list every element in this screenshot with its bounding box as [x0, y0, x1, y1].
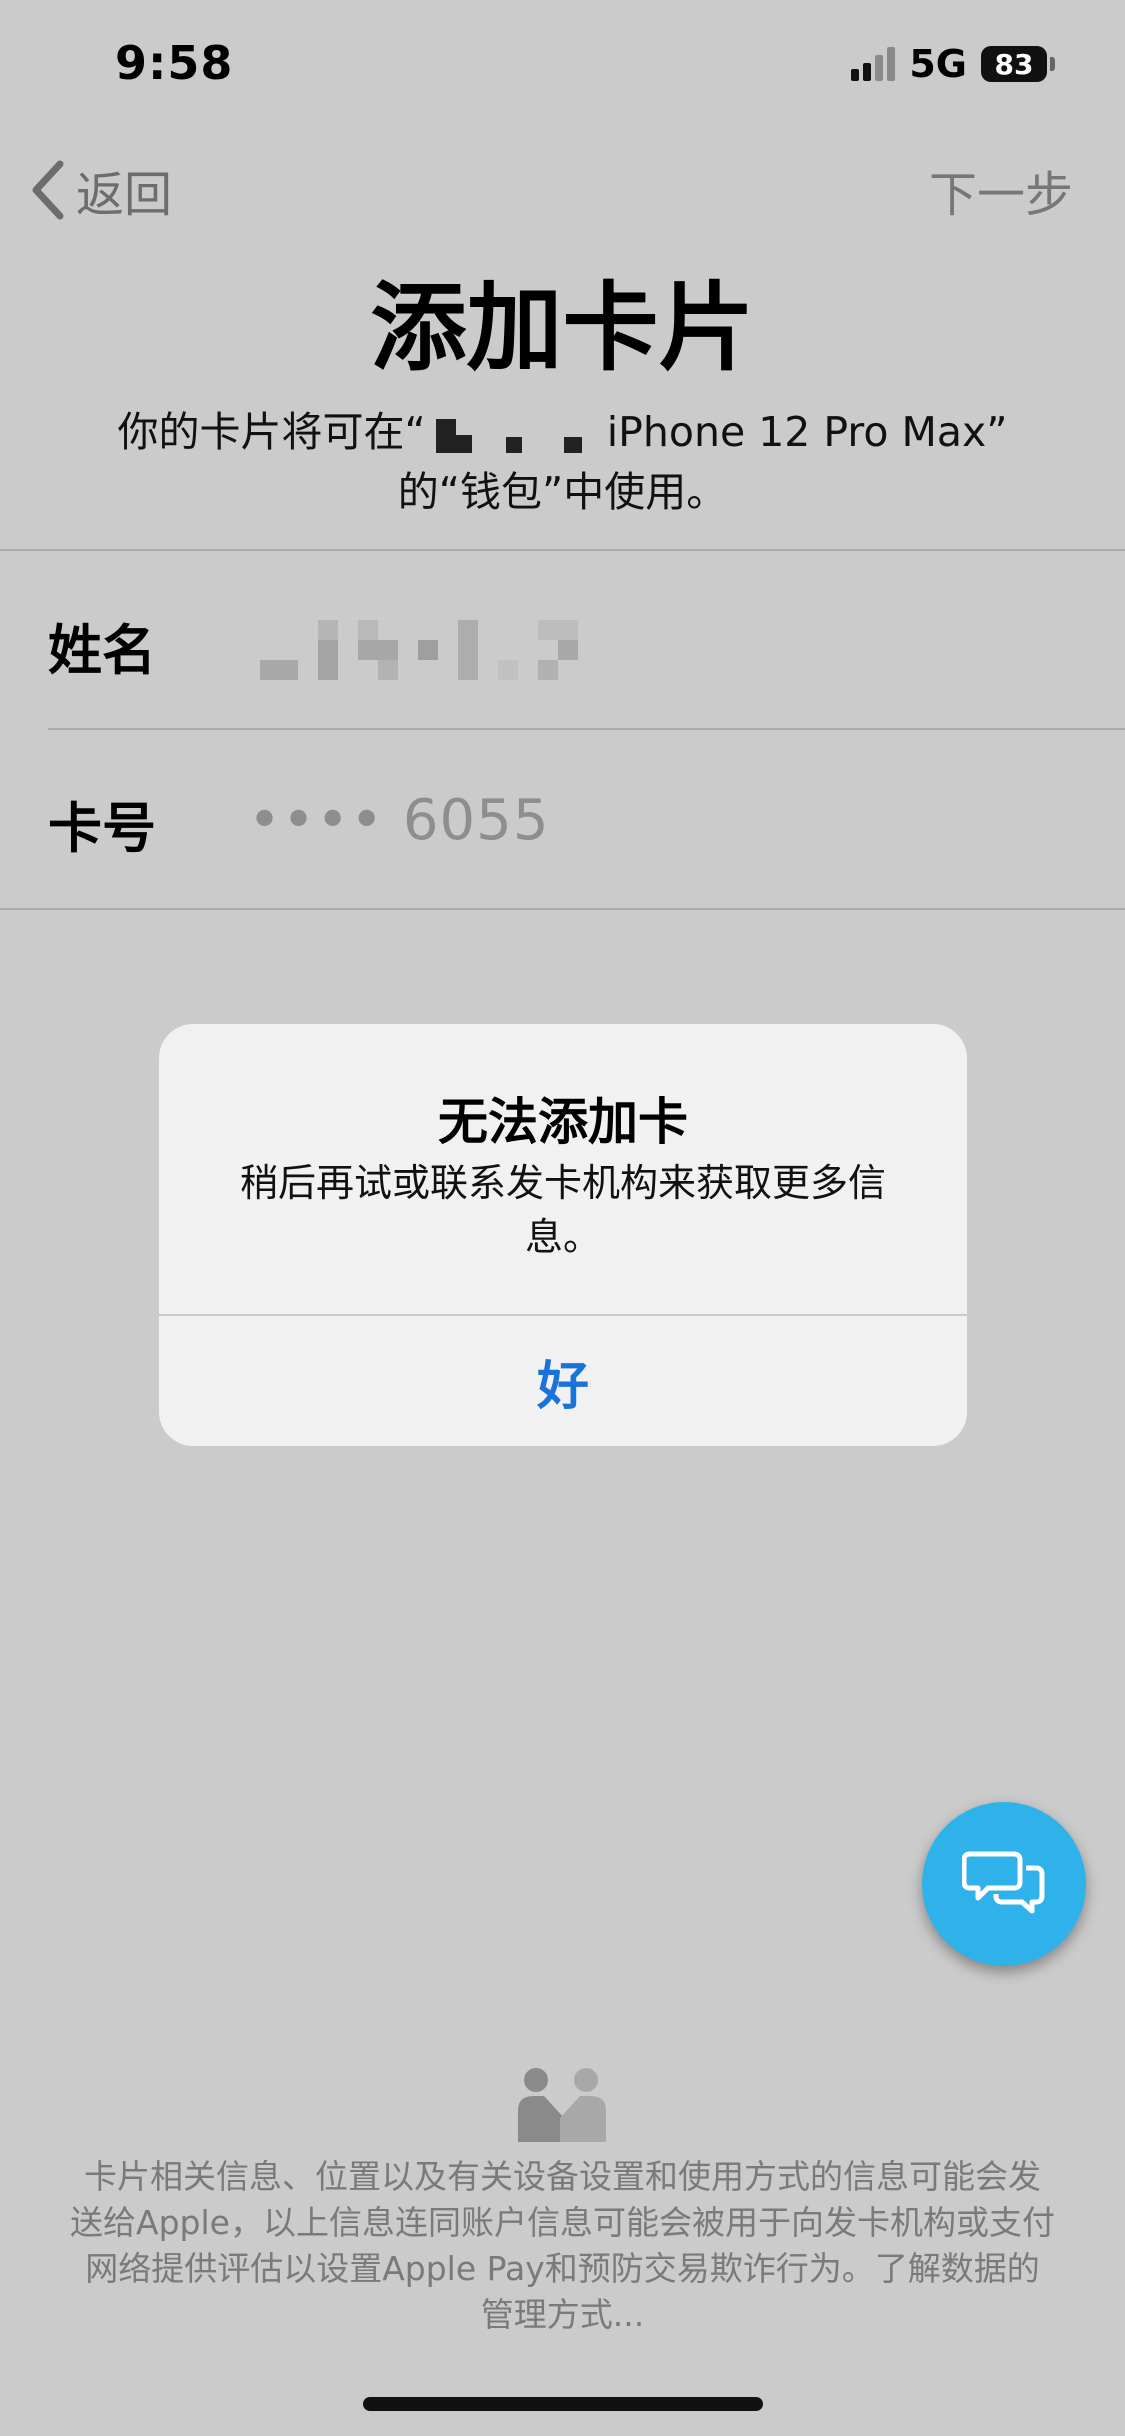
status-time: 9:58: [115, 36, 234, 90]
alert-title: 无法添加卡: [438, 1093, 688, 1151]
battery-icon: 83: [981, 46, 1055, 82]
redacted-device-name: [426, 413, 594, 457]
card-number-label: 卡号: [48, 797, 156, 860]
name-label: 姓名: [48, 619, 156, 682]
network-type: 5G: [909, 42, 967, 86]
chevron-left-icon: [32, 160, 64, 220]
divider: [48, 728, 1125, 730]
status-icons: 5G 83: [851, 40, 1055, 88]
back-label: 返回: [76, 167, 173, 223]
alert-ok-button[interactable]: 好: [159, 1316, 967, 1446]
back-button[interactable]: 返回: [28, 155, 172, 225]
divider: [0, 908, 1125, 910]
privacy-notice[interactable]: 卡片相关信息、位置以及有关设备设置和使用方式的信息可能会发送给Apple，以上信…: [70, 2154, 1055, 2338]
alert-message: 稍后再试或联系发卡机构来获取更多信息。: [239, 1161, 886, 1259]
handshake-people-icon: [514, 2066, 610, 2146]
chat-bubbles-icon: [962, 1851, 1045, 1914]
divider: [0, 549, 1125, 551]
subtitle-prefix: 你的卡片将可在“: [117, 408, 426, 456]
chat-button[interactable]: [922, 1802, 1086, 1966]
card-number-value: •••• 6055: [248, 788, 550, 853]
cellular-signal-icon: [851, 47, 896, 81]
page-title: 添加卡片: [370, 272, 755, 384]
page-subtitle: 你的卡片将可在“ iPhone 12 Pro Max” 的“钱包”中使用。: [0, 402, 1125, 522]
next-button[interactable]: 下一步: [929, 155, 1073, 225]
home-indicator: [363, 2397, 763, 2411]
subtitle-suffix: iPhone 12 Pro Max”: [593, 408, 1008, 456]
battery-level: 83: [994, 47, 1034, 81]
error-alert: 无法添加卡 稍后再试或联系发卡机构来获取更多信息。 好: [159, 1024, 967, 1446]
subtitle-line2: 的“钱包”中使用。: [397, 468, 728, 516]
redacted-name-value: [258, 620, 602, 682]
